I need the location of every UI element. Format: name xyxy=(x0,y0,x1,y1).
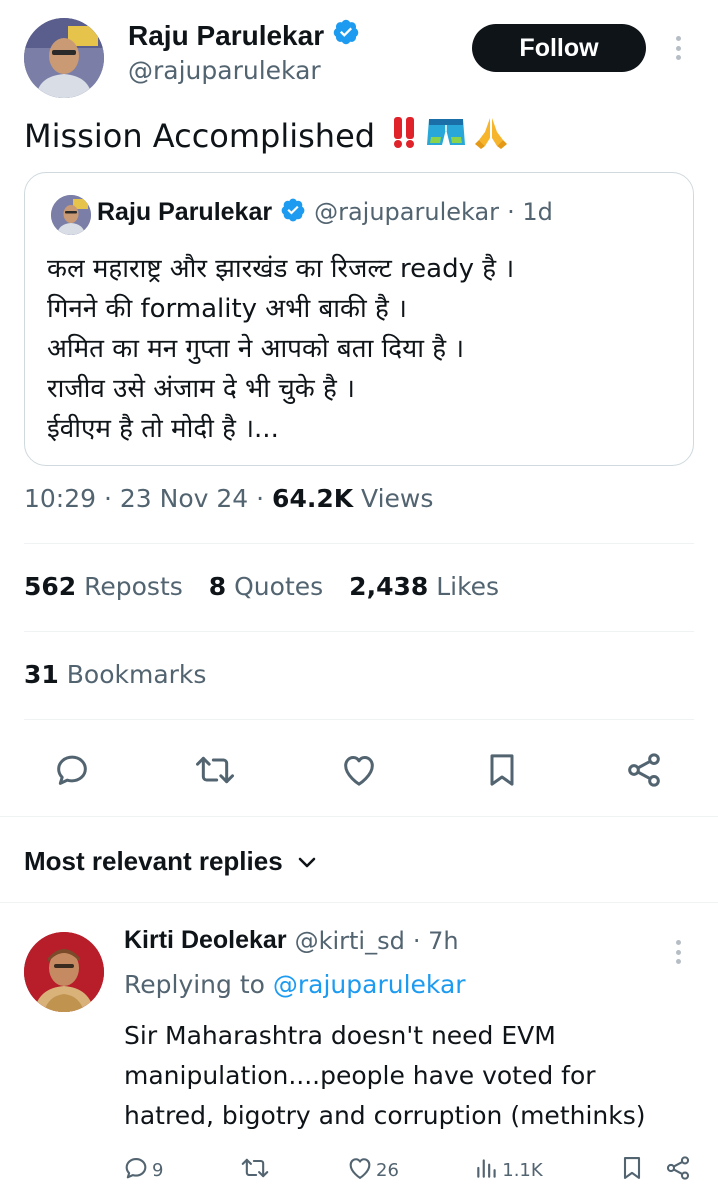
shorts-icon xyxy=(425,115,467,157)
replies-heading: Most relevant replies xyxy=(24,846,283,876)
tweet-text-content: Mission Accomplished xyxy=(24,117,376,155)
bookmark-icon[interactable] xyxy=(480,748,524,792)
reply-text: Sir Maharashtra doesn't need EVM manipul… xyxy=(124,1016,704,1136)
reply-line: Sir Maharashtra doesn't need EVM xyxy=(124,1021,556,1050)
tweet-meta: 10:29 · 23 Nov 24 · 64.2K Views xyxy=(24,484,433,513)
divider xyxy=(24,631,694,632)
quote-line: कल महाराष्ट्र और झारखंड का रिजल्ट ready … xyxy=(47,254,515,284)
likes-label: Likes xyxy=(428,572,500,601)
repost-icon[interactable] xyxy=(193,748,237,792)
reply-line: manipulation....people have voted for xyxy=(124,1061,596,1090)
quotes-label: Quotes xyxy=(226,572,324,601)
reply-bookmark-share xyxy=(618,1154,692,1187)
quote-time: · 1d xyxy=(507,198,553,226)
reply-reply-button[interactable]: 9 xyxy=(122,1154,163,1187)
like-icon[interactable] xyxy=(337,748,381,792)
divider xyxy=(24,719,694,720)
likes-stat[interactable]: 2,438 Likes xyxy=(349,572,499,601)
reposts-label: Reposts xyxy=(76,572,183,601)
reposts-count: 562 xyxy=(24,572,77,601)
quote-author-name[interactable]: Raju Parulekar xyxy=(97,198,272,227)
bookmarks-count: 31 xyxy=(24,660,59,689)
quote-author-handle[interactable]: @rajuparulekar xyxy=(314,198,499,226)
quoted-tweet-card[interactable]: Raju Parulekar @rajuparulekar · 1d कल मह… xyxy=(24,172,694,466)
quotes-stat[interactable]: 8 Quotes xyxy=(209,572,323,601)
reply-replies-count: 9 xyxy=(152,1159,164,1181)
reply-views-count: 1.1K xyxy=(502,1159,543,1181)
divider xyxy=(24,543,694,544)
author-avatar[interactable] xyxy=(24,18,104,98)
reply-author-avatar[interactable] xyxy=(24,932,104,1012)
divider xyxy=(0,816,718,817)
reply-author-name[interactable]: Kirti Deolekar xyxy=(124,926,287,955)
quote-line: गिनने की formality अभी बाकी है । xyxy=(47,294,407,324)
reply-header: Kirti Deolekar @kirti_sd · 7h xyxy=(124,926,459,955)
author-name[interactable]: Raju Parulekar xyxy=(128,20,324,52)
reposts-stat[interactable]: 562 Reposts xyxy=(24,572,183,601)
views-icon xyxy=(474,1154,500,1187)
quote-header: Raju Parulekar @rajuparulekar · 1d xyxy=(97,197,553,227)
reply-line: hatred, bigotry and corruption (methinks… xyxy=(124,1101,646,1130)
verified-badge-icon xyxy=(332,18,360,53)
bookmarks-label: Bookmarks xyxy=(58,660,207,689)
reply-repost-button[interactable] xyxy=(239,1154,271,1187)
quote-line: अमित का मन गुप्ता ने आपको बता दिया है । xyxy=(47,334,465,364)
reply-views-button[interactable]: 1.1K xyxy=(474,1154,543,1187)
tweet-text: Mission Accomplished xyxy=(24,114,509,158)
tweet-date[interactable]: 23 Nov 24 xyxy=(120,484,248,513)
more-options-icon[interactable] xyxy=(668,936,688,968)
more-options-icon[interactable] xyxy=(668,32,688,64)
repost-icon xyxy=(239,1154,271,1187)
bookmark-icon[interactable] xyxy=(618,1154,646,1187)
tweet-time[interactable]: 10:29 xyxy=(24,484,96,513)
replies-sort-dropdown[interactable]: Most relevant replies xyxy=(24,846,317,877)
follow-button[interactable]: Follow xyxy=(472,24,646,72)
reply-icon xyxy=(122,1154,150,1187)
divider xyxy=(0,902,718,903)
likes-count: 2,438 xyxy=(349,572,429,601)
verified-badge-icon xyxy=(280,197,306,227)
double-exclamation-icon xyxy=(391,115,419,157)
author-handle[interactable]: @rajuparulekar xyxy=(128,56,321,85)
replying-to: Replying to @rajuparulekar xyxy=(124,970,466,999)
replying-handle-link[interactable]: @rajuparulekar xyxy=(273,970,466,999)
quote-line: ईवीएम है तो मोदी है ।... xyxy=(47,414,279,444)
bookmarks-stat[interactable]: 31 Bookmarks xyxy=(24,660,206,689)
quote-author-avatar[interactable] xyxy=(51,195,91,235)
share-icon[interactable] xyxy=(664,1154,692,1187)
chevron-down-icon xyxy=(297,846,317,877)
reply-likes-count: 26 xyxy=(376,1159,399,1181)
reply-time: · 7h xyxy=(412,926,459,955)
quote-body: कल महाराष्ट्र और झारखंड का रिजल्ट ready … xyxy=(47,249,514,449)
reply-actions: 9 26 1.1K xyxy=(122,1150,692,1190)
reply-author-handle[interactable]: @kirti_sd xyxy=(295,927,405,955)
folded-hands-icon xyxy=(473,114,509,158)
meta-separator: · xyxy=(248,484,273,513)
meta-separator: · xyxy=(96,484,120,513)
reply-like-button[interactable]: 26 xyxy=(346,1154,399,1187)
share-icon[interactable] xyxy=(622,748,666,792)
quote-line: राजीव उसे अंजाम दे भी चुके है । xyxy=(47,374,355,404)
views-label: Views xyxy=(353,484,434,513)
reply-icon[interactable] xyxy=(50,748,94,792)
author-name-row: Raju Parulekar xyxy=(128,18,360,53)
like-icon xyxy=(346,1154,374,1187)
engagement-stats: 562 Reposts 8 Quotes 2,438 Likes xyxy=(24,572,499,601)
quotes-count: 8 xyxy=(208,572,227,601)
replying-prefix: Replying to xyxy=(124,970,273,999)
views-count: 64.2K xyxy=(272,484,354,513)
